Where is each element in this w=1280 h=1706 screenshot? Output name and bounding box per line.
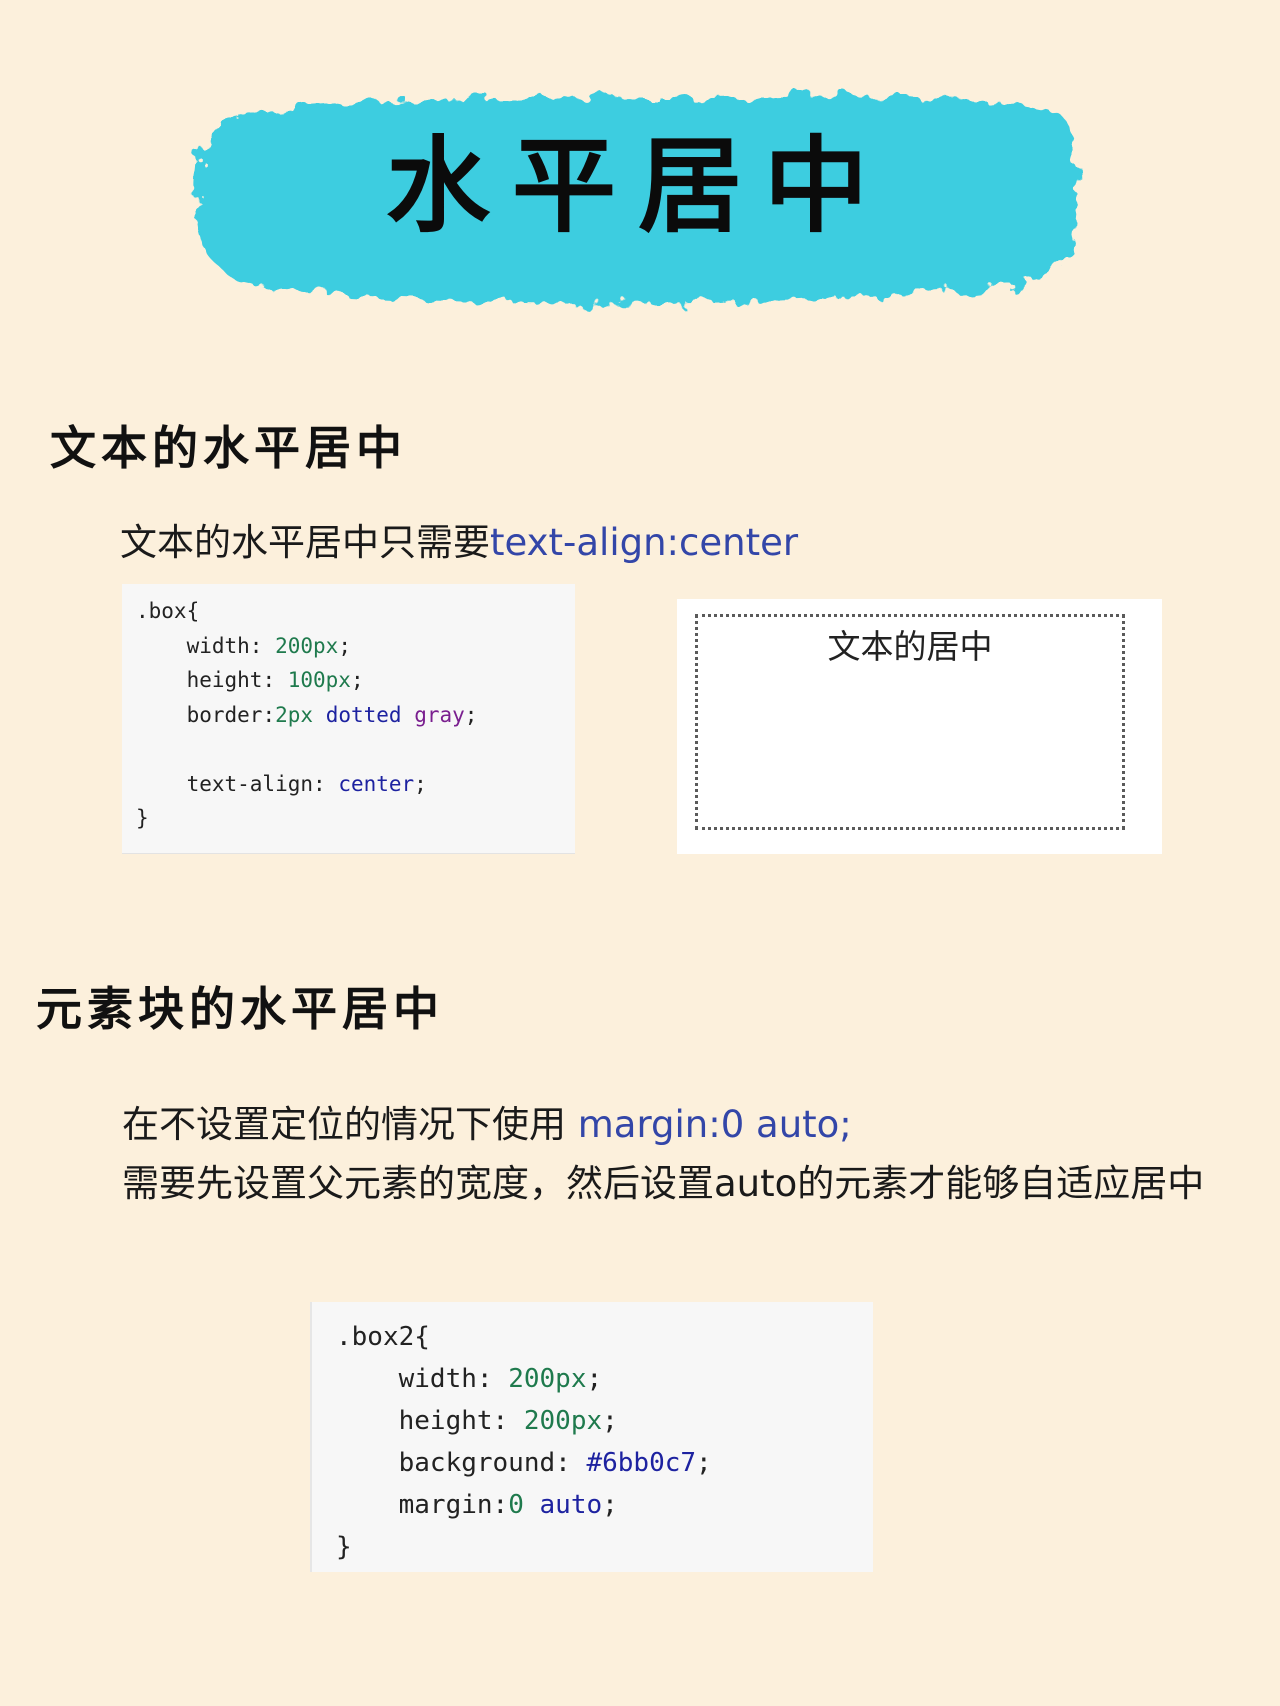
code-token: : <box>262 668 288 692</box>
code-token: 200px <box>508 1364 587 1394</box>
description-text: 的元素才能够自适应居中 <box>797 1162 1205 1205</box>
section-heading-text-centering: 文本的水平居中 <box>50 421 407 475</box>
code-token: : <box>492 1490 509 1520</box>
code-token: margin <box>336 1490 493 1520</box>
description-text: 需要先设置父元素的宽度，然后设置 <box>122 1162 714 1205</box>
code-token: : <box>313 771 339 796</box>
code-token: text-align <box>136 771 314 796</box>
code-token: ; <box>464 702 478 727</box>
code-token: ; <box>586 1364 603 1394</box>
code-token: : <box>249 633 276 658</box>
code-line: .box2{ <box>336 1316 873 1358</box>
code-token: : <box>555 1448 587 1478</box>
code-token: 100px <box>287 668 351 692</box>
demo-dotted-box: 文本的居中 <box>695 614 1125 830</box>
code-token: #6bb0c7 <box>586 1448 697 1478</box>
code-token: width <box>136 633 250 658</box>
code-token: width <box>336 1364 477 1394</box>
code-token: height <box>136 668 263 692</box>
code-token: ; <box>602 1406 618 1436</box>
code-line: margin:0 auto; <box>336 1484 873 1526</box>
code-token: : <box>262 702 276 727</box>
code-line: width: 200px; <box>136 629 575 664</box>
section-description: 文本的水平居中只需要text-align:center <box>120 512 798 566</box>
code-snippet-box: .box{ width: 200px; height: 100px; borde… <box>122 584 575 854</box>
code-token: background <box>336 1448 556 1478</box>
code-line: } <box>336 1526 873 1568</box>
code-token: ; <box>350 668 364 692</box>
demo-centered-text: 文本的居中 <box>827 627 993 666</box>
code-token: dotted <box>325 702 402 727</box>
section-description-line2: 需要先设置父元素的宽度，然后设置auto的元素才能够自适应居中 <box>122 1153 1204 1207</box>
code-line: } <box>136 801 575 836</box>
code-line: border:2px dotted gray; <box>136 698 575 733</box>
code-token: auto <box>539 1490 603 1520</box>
description-text: 在不设置定位的情况下使用 <box>122 1103 578 1146</box>
code-token: border <box>136 702 263 727</box>
code-token: 200px <box>275 633 339 658</box>
description-text: 文本的水平居中只需要 <box>120 521 490 564</box>
code-line: height: 200px; <box>336 1400 873 1442</box>
code-token: 2px <box>275 702 314 727</box>
code-token: .box{ <box>136 599 200 623</box>
code-token: } <box>336 1532 352 1562</box>
section-heading-block-centering: 元素块的水平居中 <box>36 982 444 1036</box>
section-description-line1: 在不设置定位的情况下使用 margin:0 auto; <box>122 1094 852 1148</box>
code-snippet-box-2: .box2{ width: 200px; height: 200px; back… <box>310 1302 873 1572</box>
page-title: 水平居中 <box>385 124 890 247</box>
code-line: height: 100px; <box>136 663 575 698</box>
inline-code: margin:0 auto; <box>577 1103 852 1146</box>
code-line: text-align: center; <box>136 767 575 802</box>
code-token: ; <box>696 1448 712 1478</box>
code-line: width: 200px; <box>336 1358 873 1400</box>
code-token: center <box>338 771 415 796</box>
code-token: 200px <box>523 1406 603 1436</box>
code-token: 0 <box>508 1490 524 1520</box>
description-text: auto <box>714 1162 798 1205</box>
code-line: .box{ <box>136 594 575 629</box>
code-token: : <box>492 1406 524 1436</box>
code-token: .box2{ <box>336 1322 430 1352</box>
code-token: : <box>476 1364 509 1394</box>
code-token: ; <box>602 1490 618 1520</box>
code-token: gray <box>414 702 465 727</box>
code-token: ; <box>414 771 427 796</box>
code-token: height <box>336 1406 493 1436</box>
code-line: background: #6bb0c7; <box>336 1442 873 1484</box>
code-token: } <box>136 806 149 830</box>
code-token: ; <box>338 633 351 658</box>
inline-code: text-align:center <box>490 521 799 564</box>
